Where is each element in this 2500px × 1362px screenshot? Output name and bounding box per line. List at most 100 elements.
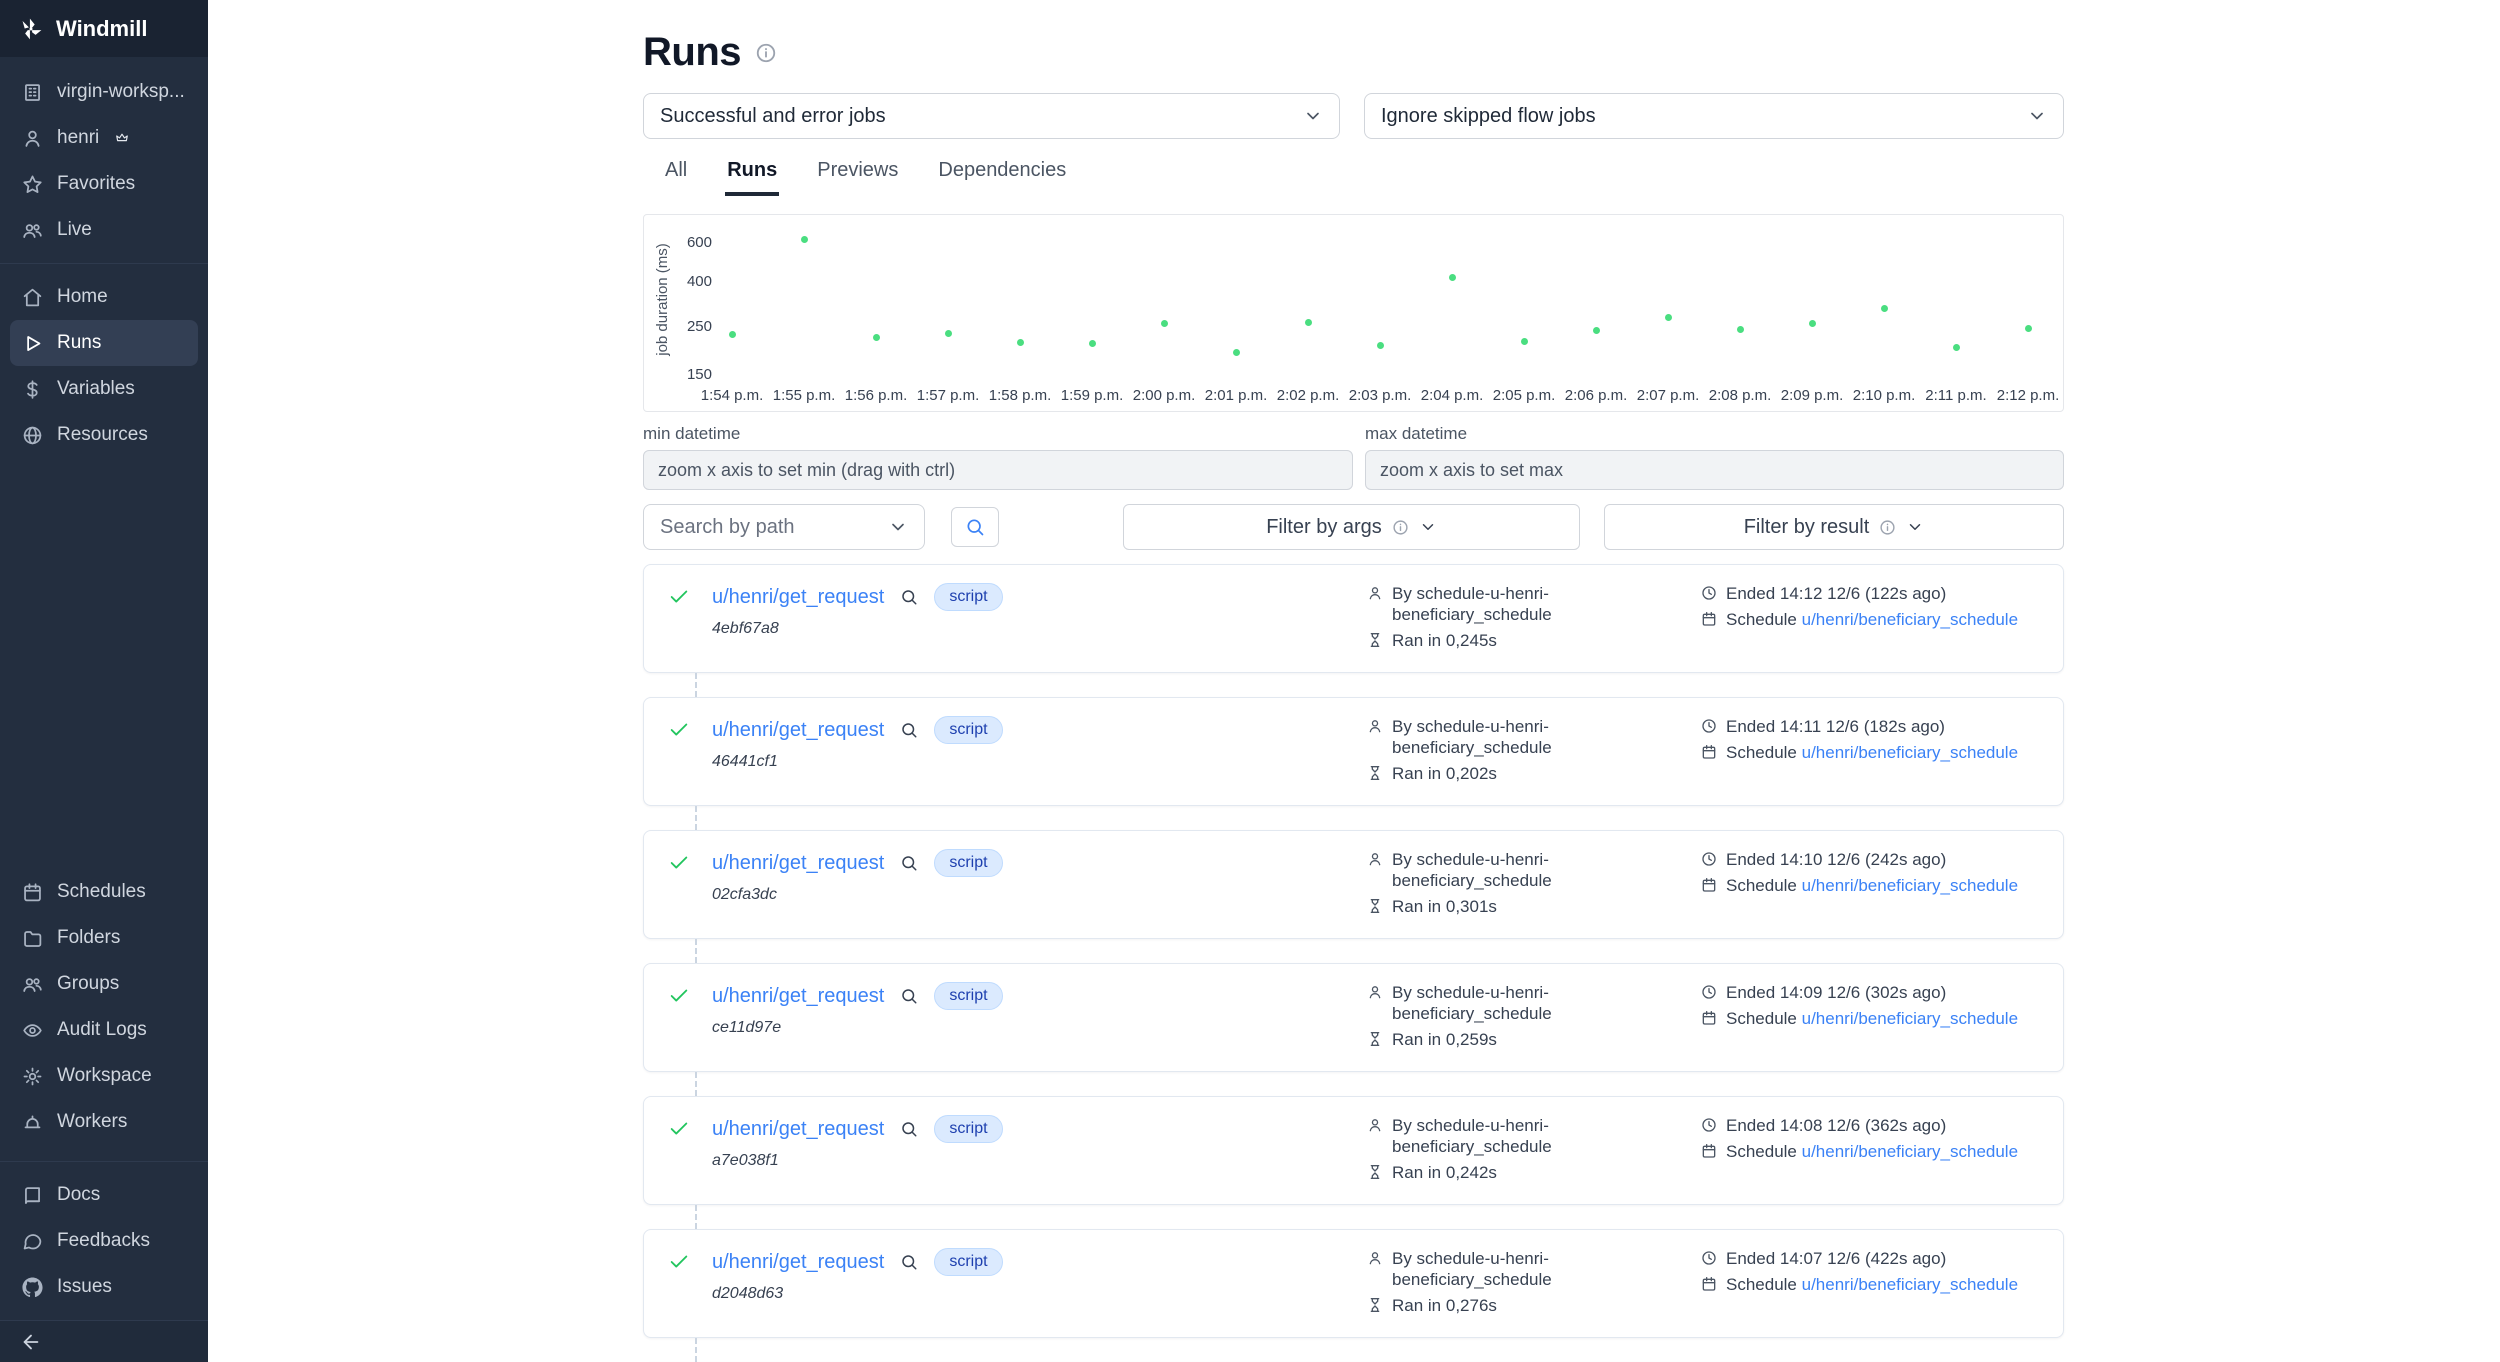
run-kind-badge: script: [934, 1248, 1002, 1276]
search-row: Search by path Filter by args: [643, 504, 2064, 550]
sidebar-item-runs[interactable]: Runs: [10, 320, 198, 366]
info-icon[interactable]: [755, 42, 777, 64]
search-button[interactable]: [951, 507, 999, 547]
search-icon[interactable]: [900, 1253, 918, 1271]
job-status-select[interactable]: Successful and error jobs: [643, 93, 1340, 139]
tab-dependencies[interactable]: Dependencies: [936, 151, 1068, 196]
duration-chart[interactable]: job duration (ms) 6004002501501:54 p.m.1…: [643, 214, 2064, 412]
chart-point: [1521, 338, 1528, 345]
hourglass-icon: [1367, 1164, 1383, 1180]
chart-x-tick: 2:04 p.m.: [1421, 387, 1484, 404]
timeline-connector: [695, 1205, 2064, 1229]
timeline-connector: [695, 806, 2064, 830]
min-datetime-input[interactable]: [643, 450, 1353, 490]
run-triggered-by: By schedule-u-henri-beneficiary_schedule: [1392, 1248, 1597, 1290]
schedule-link[interactable]: u/henri/beneficiary_schedule: [1802, 743, 2018, 762]
chevron-down-icon: [2027, 106, 2047, 126]
folder-icon: [22, 928, 43, 949]
search-icon[interactable]: [900, 588, 918, 606]
calendar-icon: [1701, 1276, 1717, 1292]
schedule-link[interactable]: u/henri/beneficiary_schedule: [1802, 1275, 2018, 1294]
run-path-col: u/henri/get_requestscripta7e038f1: [712, 1115, 1367, 1170]
filter-by-args-button[interactable]: Filter by args: [1123, 504, 1580, 550]
tab-all[interactable]: All: [663, 151, 689, 196]
chart-x-tick: 2:12 p.m.: [1997, 387, 2060, 404]
run-ended-at: Ended 14:07 12/6 (422s ago): [1726, 1248, 1946, 1269]
sidebar-item-virgin-worksp[interactable]: virgin-worksp...: [10, 69, 198, 115]
sidebar-item-docs[interactable]: Docs: [10, 1172, 198, 1218]
run-ended-col: Ended 14:12 12/6 (122s ago)Schedule u/he…: [1701, 583, 2053, 635]
run-path-link[interactable]: u/henri/get_request: [712, 719, 884, 742]
sidebar-item-audit-logs[interactable]: Audit Logs: [10, 1007, 198, 1053]
tab-previews[interactable]: Previews: [815, 151, 900, 196]
chart-y-tick: 250: [664, 318, 712, 336]
run-card[interactable]: u/henri/get_requestscriptce11d97eBy sche…: [643, 963, 2064, 1072]
chart-point: [801, 236, 808, 243]
filter-by-result-label: Filter by result: [1744, 516, 1870, 539]
run-card[interactable]: u/henri/get_requestscriptd2048d63By sche…: [643, 1229, 2064, 1338]
chart-point: [1017, 339, 1024, 346]
chart-x-tick: 2:07 p.m.: [1637, 387, 1700, 404]
sidebar-item-resources[interactable]: Resources: [10, 412, 198, 458]
search-icon[interactable]: [900, 854, 918, 872]
run-card[interactable]: u/henri/get_requestscripta7e038f1By sche…: [643, 1096, 2064, 1205]
sidebar-item-favorites[interactable]: Favorites: [10, 161, 198, 207]
search-icon[interactable]: [900, 721, 918, 739]
check-icon: [668, 985, 690, 1007]
tab-runs[interactable]: Runs: [725, 151, 779, 196]
sidebar-item-issues[interactable]: Issues: [10, 1264, 198, 1310]
chart-point: [2025, 325, 2032, 332]
search-icon[interactable]: [900, 987, 918, 1005]
filter-by-args-label: Filter by args: [1266, 516, 1382, 539]
run-path-link[interactable]: u/henri/get_request: [712, 1118, 884, 1141]
chart-point: [1665, 314, 1672, 321]
user-icon: [1367, 1117, 1383, 1133]
filter-by-result-button[interactable]: Filter by result: [1604, 504, 2064, 550]
max-datetime-input[interactable]: [1365, 450, 2064, 490]
collapse-sidebar-icon[interactable]: [20, 1331, 42, 1353]
brand[interactable]: Windmill: [0, 0, 208, 57]
sidebar-footer: [0, 1320, 208, 1362]
run-card[interactable]: u/henri/get_requestscript46441cf1By sche…: [643, 697, 2064, 806]
chevron-down-icon: [1906, 518, 1924, 536]
run-schedule: Schedule u/henri/beneficiary_schedule: [1726, 1008, 2018, 1029]
sidebar-item-feedbacks[interactable]: Feedbacks: [10, 1218, 198, 1264]
sidebar-item-home[interactable]: Home: [10, 274, 198, 320]
sidebar-item-workspace[interactable]: Workspace: [10, 1053, 198, 1099]
schedule-link[interactable]: u/henri/beneficiary_schedule: [1802, 1009, 2018, 1028]
check-icon: [668, 1118, 690, 1140]
sidebar-item-workers[interactable]: Workers: [10, 1099, 198, 1145]
schedule-link[interactable]: u/henri/beneficiary_schedule: [1802, 876, 2018, 895]
run-id: ce11d97e: [712, 1019, 1367, 1037]
chart-x-tick: 2:01 p.m.: [1205, 387, 1268, 404]
sidebar-item-henri[interactable]: henri: [10, 115, 198, 161]
run-path-link[interactable]: u/henri/get_request: [712, 1251, 884, 1274]
schedule-link[interactable]: u/henri/beneficiary_schedule: [1802, 1142, 2018, 1161]
run-path-link[interactable]: u/henri/get_request: [712, 985, 884, 1008]
sidebar-item-schedules[interactable]: Schedules: [10, 869, 198, 915]
skipped-flows-select[interactable]: Ignore skipped flow jobs: [1364, 93, 2064, 139]
sidebar-item-variables[interactable]: Variables: [10, 366, 198, 412]
min-datetime-field: min datetime: [643, 424, 1353, 490]
sidebar-item-folders[interactable]: Folders: [10, 915, 198, 961]
chevron-down-icon: [1419, 518, 1437, 536]
run-id: 4ebf67a8: [712, 620, 1367, 638]
schedule-link[interactable]: u/henri/beneficiary_schedule: [1802, 610, 2018, 629]
sidebar-item-label: Workspace: [57, 1065, 152, 1087]
sidebar-item-live[interactable]: Live: [10, 207, 198, 253]
sidebar-item-label: Folders: [57, 927, 120, 949]
run-card[interactable]: u/henri/get_requestscript4ebf67a8By sche…: [643, 564, 2064, 673]
run-duration: Ran in 0,202s: [1392, 763, 1497, 784]
sidebar: Windmill virgin-worksp...henriFavoritesL…: [0, 0, 208, 1362]
search-icon[interactable]: [900, 1120, 918, 1138]
search-by-path-select[interactable]: Search by path: [643, 504, 925, 550]
run-card[interactable]: u/henri/get_requestscript02cfa3dcBy sche…: [643, 830, 2064, 939]
datetime-row: min datetime max datetime: [643, 424, 2064, 490]
chart-x-tick: 2:10 p.m.: [1853, 387, 1916, 404]
hourglass-icon: [1367, 765, 1383, 781]
run-triggered-by: By schedule-u-henri-beneficiary_schedule: [1392, 583, 1597, 625]
calendar-icon: [1701, 744, 1717, 760]
run-path-link[interactable]: u/henri/get_request: [712, 586, 884, 609]
run-path-link[interactable]: u/henri/get_request: [712, 852, 884, 875]
sidebar-item-groups[interactable]: Groups: [10, 961, 198, 1007]
